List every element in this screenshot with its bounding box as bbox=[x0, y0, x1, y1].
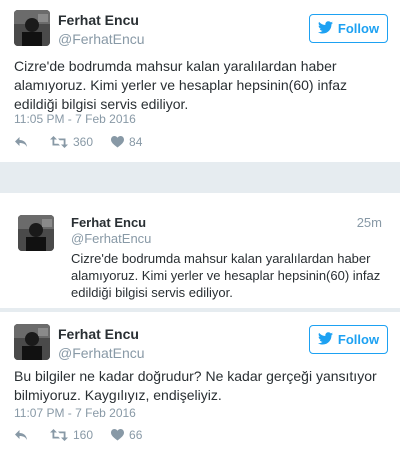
like-button[interactable]: 84 bbox=[111, 135, 142, 149]
user-handle[interactable]: @FerhatEncu bbox=[58, 345, 145, 361]
tweet-actions: 160 66 bbox=[14, 426, 142, 444]
tweet-timestamp[interactable]: 11:07 PM - 7 Feb 2016 bbox=[14, 406, 136, 420]
heart-icon bbox=[111, 136, 125, 148]
follow-label: Follow bbox=[337, 332, 380, 347]
retweet-count: 360 bbox=[73, 135, 94, 149]
like-button[interactable]: 66 bbox=[111, 428, 142, 442]
tweet-text: Cizre'de bodrumda mahsur kalan yaralılar… bbox=[71, 251, 381, 300]
tweet-card-embedded: Ferhat Encu @FerhatEncu 25m Cizre'de bod… bbox=[0, 193, 400, 308]
tweet-text: Bu bilgiler ne kadar doğrudur? Ne kadar … bbox=[14, 368, 377, 403]
follow-button[interactable]: Follow bbox=[309, 325, 388, 354]
like-count: 84 bbox=[129, 135, 143, 149]
tweet-card: Ferhat Encu @FerhatEncu Follow Bu bilgil… bbox=[0, 312, 400, 453]
relative-time[interactable]: 25m bbox=[357, 215, 382, 230]
avatar[interactable] bbox=[14, 10, 50, 46]
follow-label: Follow bbox=[337, 21, 380, 36]
display-name[interactable]: Ferhat Encu bbox=[71, 215, 146, 230]
reply-button[interactable] bbox=[14, 429, 28, 441]
avatar[interactable] bbox=[18, 215, 54, 251]
twitter-bird-icon bbox=[317, 20, 333, 37]
reply-icon bbox=[14, 136, 28, 148]
retweet-icon bbox=[50, 429, 68, 441]
reply-icon bbox=[14, 429, 28, 441]
retweet-count: 160 bbox=[73, 428, 94, 442]
tweet-actions: 360 84 bbox=[14, 133, 142, 151]
retweet-button[interactable]: 360 bbox=[50, 135, 93, 149]
display-name[interactable]: Ferhat Encu bbox=[58, 12, 139, 28]
tweet-card: Ferhat Encu @FerhatEncu Follow Cizre'de … bbox=[0, 0, 400, 162]
display-name[interactable]: Ferhat Encu bbox=[58, 326, 139, 342]
reply-button[interactable] bbox=[14, 136, 28, 148]
tweet-text: Cizre'de bodrumda mahsur kalan yaralılar… bbox=[14, 58, 348, 112]
like-count: 66 bbox=[129, 428, 143, 442]
follow-button[interactable]: Follow bbox=[309, 14, 388, 43]
twitter-bird-icon bbox=[317, 331, 333, 348]
tweet-timestamp[interactable]: 11:05 PM - 7 Feb 2016 bbox=[14, 112, 136, 126]
retweet-icon bbox=[50, 136, 68, 148]
heart-icon bbox=[111, 429, 125, 441]
avatar[interactable] bbox=[14, 324, 50, 360]
user-handle[interactable]: @FerhatEncu bbox=[58, 31, 145, 47]
user-handle[interactable]: @FerhatEncu bbox=[71, 231, 151, 246]
retweet-button[interactable]: 160 bbox=[50, 428, 93, 442]
